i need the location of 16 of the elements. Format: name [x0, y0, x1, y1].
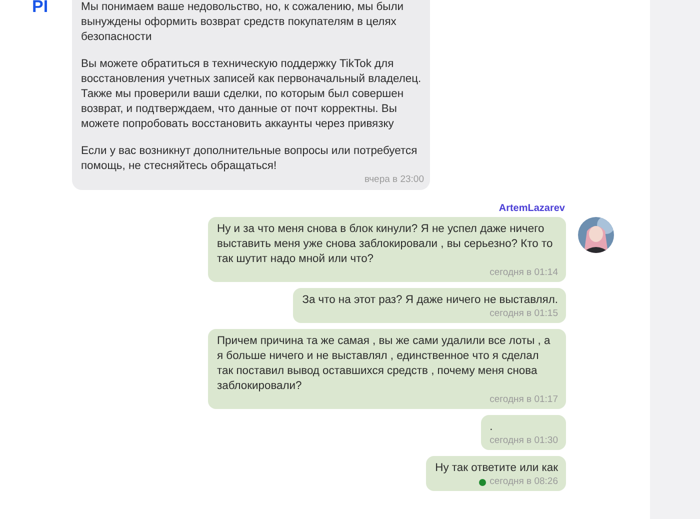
message-time: сегодня в 01:15 [490, 308, 558, 320]
author-name[interactable]: ArtemLazarev [498, 203, 565, 214]
message-text: Если у вас возникнут дополнительные вопросы или потребуется помощь, не стесняйтесь обращаться! [81, 144, 418, 174]
message-time: сегодня в 01:30 [490, 435, 558, 447]
message-text: Причем причина та же самая , вы же сами удалили все лоты , а я больше ничего и не выставлял , единственное что я сделал так поставил вывод оставшихся средств , почему меня снова заблокировали? [217, 334, 552, 394]
sender-logo: PI [32, 0, 48, 16]
message-text: Мы понимаем ваше недовольство, но, к сожалению, мы были вынуждены оформить возврат средств покупателям в целях безопасности [81, 0, 404, 45]
message-time: вчера в 23:00 [364, 174, 424, 186]
message-time: сегодня в 01:14 [490, 267, 558, 279]
message-text: Ну и за что меня снова в блок кинули? Я не успел даже ничего выставить меня уже снова заблокировали , вы серьезно? Кто то так шутит надо мной или что? [217, 222, 554, 267]
message-time: сегодня в 01:17 [490, 394, 558, 406]
message-text: Ну так ответите или как [435, 461, 558, 476]
message-text: За что на этот раз? Я даже ничего не выставлял. [302, 293, 558, 308]
message-time: сегодня в 08:26 [490, 476, 558, 488]
message-text: . [490, 420, 494, 435]
message-text: Вы можете обратиться в техническую поддержку TikTok для восстановления учетных записей как первоначальный владелец. Также мы проверили ваши сделки, по которым был совершен возврат, и подтверждаем, что данные от почт корректны. Вы можете попробовать восстановить аккаунты через привязку [81, 57, 422, 132]
